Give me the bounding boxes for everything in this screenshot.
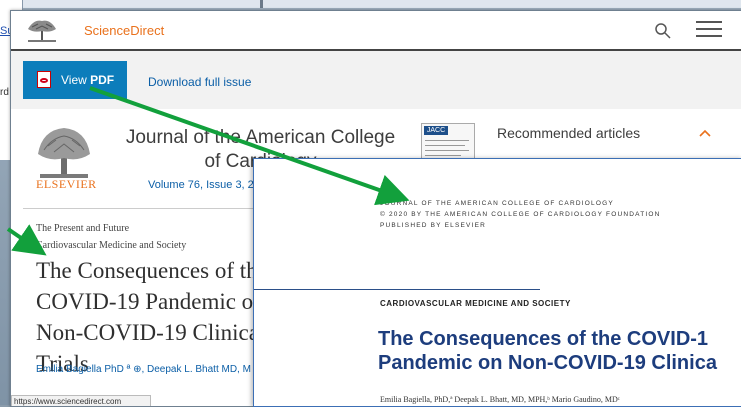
hamburger-menu-icon[interactable] xyxy=(696,21,722,39)
article-section: Cardiovascular Medicine and Society xyxy=(36,240,187,251)
background-text: rd xyxy=(0,87,9,98)
site-header: ScienceDirect xyxy=(11,11,741,51)
elsevier-tree-logo-icon[interactable] xyxy=(24,17,60,43)
article-toolbar: View PDF Download full issue xyxy=(11,51,741,109)
section-divider xyxy=(23,208,254,209)
article-kicker: The Present and Future xyxy=(36,223,130,234)
pdf-rule xyxy=(254,289,540,290)
view-pdf-button[interactable]: View PDF xyxy=(23,61,127,99)
thumb-line xyxy=(425,140,469,141)
status-bar-url: https://www.sciencedirect.com xyxy=(11,395,151,406)
pdf-viewer-window: JOURNAL OF THE AMERICAN COLLEGE OF CARDI… xyxy=(253,158,741,407)
pdf-authors: Emilia Bagiella, PhD,ª Deepak L. Bhatt, … xyxy=(380,395,620,404)
pdf-header-line: PUBLISHED BY ELSEVIER xyxy=(380,222,487,229)
background-marker xyxy=(260,0,263,8)
menu-line xyxy=(696,35,722,37)
menu-line xyxy=(696,21,722,23)
search-icon[interactable] xyxy=(654,22,672,40)
pdf-header-line: © 2020 BY THE AMERICAN COLLEGE OF CARDIO… xyxy=(380,211,661,218)
chevron-up-icon[interactable] xyxy=(698,128,712,138)
article-title: The Consequences of the COVID-19 Pandemi… xyxy=(36,258,268,376)
journal-issue-link[interactable]: Volume 76, Issue 3, 21 xyxy=(148,179,260,191)
view-pdf-prefix: View xyxy=(61,73,91,87)
pdf-article-title: The Consequences of the COVID-1 Pandemic… xyxy=(378,327,741,375)
article-authors[interactable]: Emilia Bagiella PhD ª ⊕, Deepak L. Bhatt… xyxy=(36,364,251,375)
pdf-header-line: JOURNAL OF THE AMERICAN COLLEGE OF CARDI… xyxy=(380,200,614,207)
thumb-line xyxy=(425,155,461,156)
view-pdf-label: View PDF xyxy=(61,73,114,87)
thumb-line xyxy=(425,150,469,151)
background-title-bar xyxy=(22,0,741,8)
view-pdf-strong: PDF xyxy=(90,73,115,87)
pdf-title-line: The Consequences of the COVID-1 xyxy=(378,328,709,350)
elsevier-wordmark: ELSEVIER xyxy=(36,177,97,191)
menu-line xyxy=(696,28,722,30)
thumb-line xyxy=(425,145,465,146)
download-full-issue-link[interactable]: Download full issue xyxy=(148,75,251,89)
sciencedirect-brand[interactable]: ScienceDirect xyxy=(84,23,164,38)
pdf-file-icon xyxy=(37,71,51,88)
pdf-section-heading: CARDIOVASCULAR MEDICINE AND SOCIETY xyxy=(380,299,571,308)
jacc-badge: JACC xyxy=(424,126,448,135)
recommended-articles-heading[interactable]: Recommended articles xyxy=(497,125,640,141)
pdf-title-line: Pandemic on Non-COVID-19 Clinica xyxy=(378,352,717,374)
elsevier-journal-logo-icon[interactable] xyxy=(34,124,94,179)
